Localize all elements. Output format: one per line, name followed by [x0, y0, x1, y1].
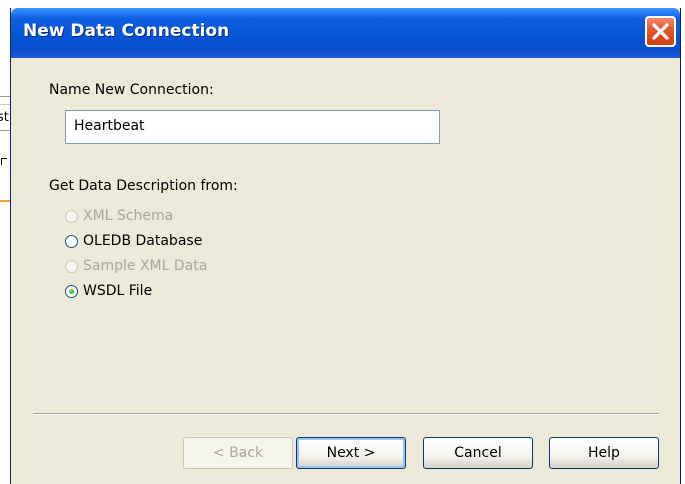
option-label: XML Schema: [83, 208, 174, 224]
radio-button: [65, 259, 78, 273]
cancel-button[interactable]: Cancel: [423, 437, 533, 469]
dialog-title: New Data Connection: [23, 21, 230, 41]
background-divider: [0, 104, 10, 105]
radio-button[interactable]: [65, 234, 78, 248]
option-label: Sample XML Data: [83, 258, 208, 274]
button-separator: [33, 413, 659, 415]
connection-name-input[interactable]: Heartbeat: [65, 110, 440, 144]
background-tick-mark: [1, 158, 7, 165]
radio-button-selected[interactable]: [65, 284, 78, 298]
option-wsdl-file[interactable]: WSDL File: [65, 281, 152, 301]
option-xml-schema: XML Schema: [65, 206, 173, 226]
background-accent-line: [0, 200, 10, 202]
name-connection-label: Name New Connection:: [49, 82, 214, 98]
dialog-titlebar[interactable]: New Data Connection: [11, 8, 680, 58]
option-label: OLEDB Database: [83, 233, 203, 249]
background-divider: [0, 130, 10, 131]
option-sample-xml-data: Sample XML Data: [65, 256, 207, 276]
source-label: Get Data Description from:: [49, 178, 238, 194]
background-text-fragment: st: [0, 110, 9, 125]
new-data-connection-dialog: New Data Connection Name New Connection:…: [10, 8, 681, 484]
next-button[interactable]: Next >: [296, 437, 406, 469]
close-icon: [652, 23, 669, 40]
option-oledb-database[interactable]: OLEDB Database: [65, 231, 202, 251]
close-button[interactable]: [645, 16, 676, 47]
option-label: WSDL File: [83, 283, 153, 299]
back-button: < Back: [183, 437, 293, 469]
radio-button: [65, 209, 78, 223]
help-button[interactable]: Help: [549, 437, 659, 469]
background-divider: [0, 96, 10, 97]
